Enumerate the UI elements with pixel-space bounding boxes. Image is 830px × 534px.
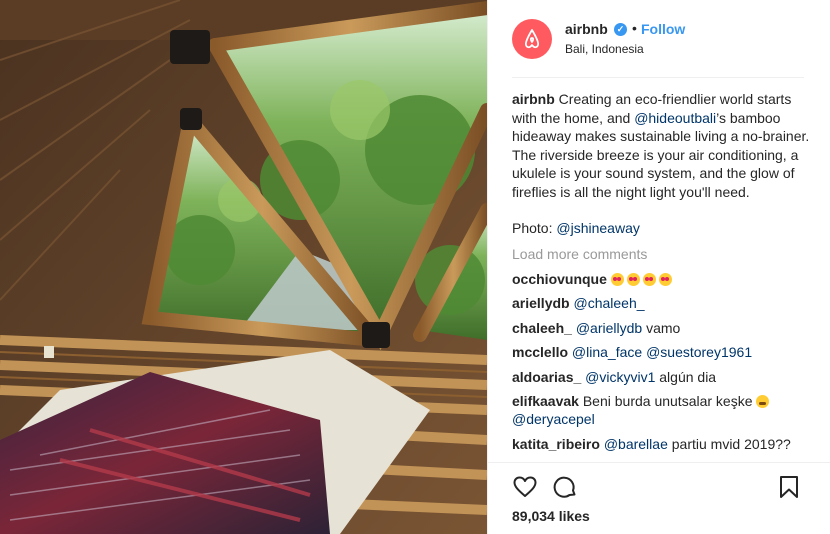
likes-count[interactable]: 89,034 likes <box>512 508 590 524</box>
comment-username[interactable]: ariellydb <box>512 295 570 311</box>
header-divider <box>512 77 804 78</box>
comment-mention[interactable]: @barellae <box>604 436 668 452</box>
actions-divider <box>488 462 830 463</box>
comment-text: algún dia <box>655 368 717 385</box>
comment-icon[interactable] <box>552 474 578 500</box>
action-bar <box>512 474 802 500</box>
post-side-panel: airbnb ✓ • Follow Bali, Indonesia airbnb… <box>487 0 830 534</box>
heart-eyes-emoji-icon <box>626 272 640 286</box>
separator-dot: • <box>632 20 637 36</box>
comment-username[interactable]: occhiovunque <box>512 271 607 287</box>
comment-mention[interactable]: @vickyviv1 <box>585 369 655 385</box>
caption: airbnb Creating an eco-friendlier world … <box>512 90 812 201</box>
heart-icon[interactable] <box>512 474 538 500</box>
bookmark-icon[interactable] <box>776 474 802 500</box>
post-photo[interactable] <box>0 0 487 534</box>
comment: elifkaavak Beni burda unutsalar keşke @d… <box>512 392 812 428</box>
caption-mention[interactable]: @hideoutbali <box>634 110 716 126</box>
airbnb-logo-icon <box>524 29 540 49</box>
comment-mention[interactable]: @chaleeh_ <box>573 295 644 311</box>
comment-mention[interactable]: @lina_face @suestorey1961 <box>572 344 752 360</box>
caption-username[interactable]: airbnb <box>512 91 555 107</box>
follow-button[interactable]: Follow <box>641 21 685 37</box>
bamboo-hut-photo <box>0 0 487 534</box>
heart-eyes-emoji-icon <box>658 272 672 286</box>
comment: occhiovunque <box>512 270 812 288</box>
avatar[interactable] <box>512 19 552 59</box>
instagram-post: airbnb ✓ • Follow Bali, Indonesia airbnb… <box>0 0 830 534</box>
comments-list: airbnb Creating an eco-friendlier world … <box>512 90 812 458</box>
tired-face-emoji-icon <box>756 395 770 408</box>
comment-username[interactable]: mcclello <box>512 344 568 360</box>
comment: mcclello @lina_face @suestorey1961 <box>512 343 812 361</box>
photo-credit-mention[interactable]: @jshineaway <box>556 220 639 236</box>
comment: ariellydb @chaleeh_ <box>512 294 812 312</box>
comment-text: Beni burda unutsalar keşke <box>582 393 757 409</box>
comment-text: vamo <box>642 319 681 336</box>
comment-username[interactable]: elifkaavak <box>512 393 579 409</box>
comment: aldoarias_ @vickyviv1 algún dia <box>512 368 812 386</box>
load-more-comments-button[interactable]: Load more comments <box>512 245 812 263</box>
photo-credit: Photo: @jshineaway <box>512 219 812 237</box>
heart-eyes-emoji-icon <box>642 272 656 286</box>
verified-badge-icon: ✓ <box>614 23 627 36</box>
post-header: airbnb ✓ • Follow Bali, Indonesia <box>488 0 830 78</box>
location-link[interactable]: Bali, Indonesia <box>565 42 644 56</box>
comment-username[interactable]: katita_ribeiro <box>512 436 600 452</box>
comment-text: partiu mvid 2019?? <box>667 435 791 452</box>
heart-eyes-emoji-icon <box>610 272 624 286</box>
comment-username[interactable]: chaleeh_ <box>512 320 572 336</box>
username-link[interactable]: airbnb <box>565 21 608 37</box>
comment: katita_ribeiro @barellae partiu mvid 201… <box>512 435 812 453</box>
photo-credit-prefix: Photo: <box>512 220 557 236</box>
comment-mention[interactable]: @deryacepel <box>512 411 595 427</box>
comment-username[interactable]: aldoarias_ <box>512 369 581 385</box>
comment: chaleeh_ @ariellydb vamo <box>512 319 812 337</box>
comment-mention[interactable]: @ariellydb <box>576 320 642 336</box>
